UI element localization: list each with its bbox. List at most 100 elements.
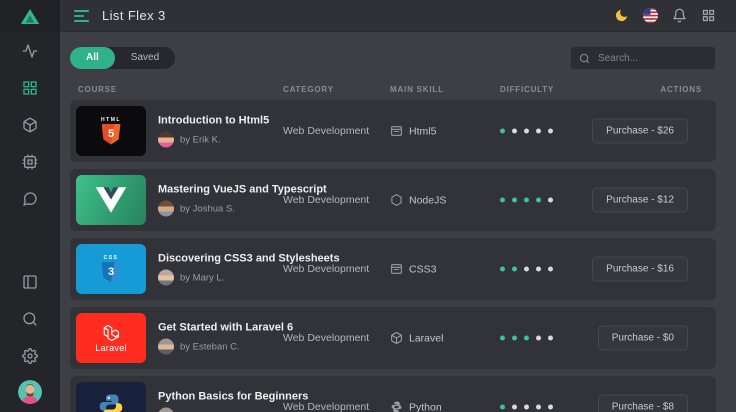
page-title: List Flex 3	[102, 8, 166, 23]
course-skill-cell: NodeJS	[390, 194, 446, 207]
difficulty-dot	[500, 128, 505, 134]
course-skill: CSS3	[409, 263, 437, 275]
sidebar-bottom-nav	[0, 263, 60, 412]
course-skill-cell: Laravel	[390, 332, 443, 345]
laravel-thumbnail: Laravel	[76, 313, 146, 363]
difficulty-dot	[524, 266, 529, 272]
difficulty-dot	[536, 197, 541, 203]
course-category: Web Development	[283, 332, 370, 344]
column-header-category: Category	[283, 85, 334, 94]
css3-icon	[390, 263, 403, 276]
laravel-icon	[390, 332, 403, 345]
course-category: Web Development	[283, 263, 370, 275]
tab-saved[interactable]: Saved	[115, 47, 175, 69]
course-skill: Python	[409, 401, 442, 412]
menu-icon[interactable]	[74, 9, 89, 22]
course-title: Get Started with Laravel 6	[158, 321, 294, 334]
difficulty-dot	[536, 404, 541, 410]
purchase-button[interactable]: Purchase - $0	[597, 325, 688, 351]
course-skill-cell: Html5	[390, 125, 436, 138]
python-logo	[99, 394, 123, 412]
cpu-icon[interactable]	[12, 143, 49, 180]
difficulty-dot	[512, 404, 517, 410]
purchase-button[interactable]: Purchase - $26	[592, 118, 688, 144]
difficulty-dot	[548, 335, 553, 341]
sidebar	[0, 0, 60, 412]
filter-tabs: All Saved	[70, 47, 176, 69]
difficulty-dot	[500, 404, 505, 410]
app-root: List Flex 3 All Saved Search... COURSE C…	[0, 0, 736, 412]
course-info: Introduction to Html5 by Erik K.	[158, 115, 269, 148]
user-avatar[interactable]	[18, 380, 42, 404]
activity-icon[interactable]	[12, 32, 49, 69]
difficulty-indicator	[500, 266, 553, 272]
difficulty-dot	[548, 197, 553, 203]
notifications-bell-icon[interactable]	[671, 8, 687, 24]
course-byline: by Erik K.	[158, 131, 269, 148]
difficulty-dot	[524, 404, 529, 410]
purchase-button[interactable]: Purchase - $16	[592, 256, 688, 282]
course-author: by Joshua S.	[180, 203, 235, 214]
author-avatar	[158, 269, 174, 286]
author-avatar	[158, 131, 174, 148]
course-info: Get Started with Laravel 6 by Esteban C.	[158, 322, 293, 355]
difficulty-dot	[548, 404, 553, 410]
purchase-button[interactable]: Purchase - $8	[597, 394, 688, 412]
column-header-main-skill: Main Skill	[390, 85, 444, 94]
course-row[interactable]: CSS 3 Discovering CSS3 and Stylesheets by…	[70, 238, 716, 300]
css3-logo: CSS	[103, 254, 119, 261]
language-flag-us-icon[interactable]	[642, 8, 658, 24]
search-icon[interactable]	[12, 300, 49, 337]
python-icon	[390, 401, 403, 412]
course-skill: NodeJS	[409, 194, 447, 206]
search-input[interactable]	[596, 51, 707, 65]
course-row[interactable]: HTML 5 Introduction to Html5 by Erik K. W…	[70, 100, 716, 162]
tab-all[interactable]: All	[70, 47, 115, 69]
nodejs-icon	[390, 194, 403, 207]
css3-thumbnail: CSS 3	[76, 244, 146, 294]
topbar: List Flex 3	[60, 0, 736, 32]
difficulty-dot	[548, 128, 553, 134]
column-header-actions: Actions	[660, 85, 702, 94]
column-header-difficulty: Difficulty	[500, 85, 555, 94]
vuejs-thumbnail	[76, 175, 146, 225]
difficulty-dot	[512, 266, 517, 272]
search-icon	[579, 53, 590, 63]
course-category: Web Development	[283, 125, 370, 137]
course-author: by Esteban C.	[180, 341, 240, 352]
dashboard-grid-icon[interactable]	[12, 69, 49, 106]
course-row[interactable]: Laravel Get Started with Laravel 6 by Es…	[70, 307, 716, 369]
html5-logo: HTML	[101, 116, 121, 123]
difficulty-dot	[500, 197, 505, 203]
difficulty-indicator	[500, 197, 553, 203]
course-title: Introduction to Html5	[158, 114, 270, 127]
layout-icon[interactable]	[12, 263, 49, 300]
course-row[interactable]: Python Basics for Beginners by Esteban C…	[70, 376, 716, 412]
difficulty-dot	[512, 197, 517, 203]
difficulty-dot	[524, 197, 529, 203]
author-avatar	[158, 407, 174, 412]
author-avatar	[158, 200, 174, 217]
difficulty-dot	[524, 128, 529, 134]
course-author: by Erik K.	[180, 134, 221, 145]
toolbar: All Saved	[70, 46, 716, 70]
settings-icon[interactable]	[12, 337, 49, 374]
course-byline: by Esteban C.	[158, 338, 293, 355]
purchase-button[interactable]: Purchase - $12	[592, 187, 688, 213]
difficulty-indicator	[500, 128, 553, 134]
python-thumbnail	[76, 382, 146, 412]
difficulty-dot	[536, 335, 541, 341]
course-author: by Mary L.	[180, 272, 225, 283]
html5-thumbnail: HTML 5	[76, 106, 146, 156]
dark-mode-moon-icon[interactable]	[613, 8, 629, 24]
apps-grid-icon[interactable]	[700, 8, 716, 24]
app-logo[interactable]	[0, 0, 60, 32]
search-box	[570, 46, 716, 70]
course-skill: Laravel	[409, 332, 444, 344]
course-row[interactable]: Mastering VueJS and Typescript by Joshua…	[70, 169, 716, 231]
difficulty-dot	[500, 335, 505, 341]
chat-icon[interactable]	[12, 180, 49, 217]
package-icon[interactable]	[12, 106, 49, 143]
author-avatar	[158, 338, 174, 355]
html5-icon	[390, 125, 403, 138]
